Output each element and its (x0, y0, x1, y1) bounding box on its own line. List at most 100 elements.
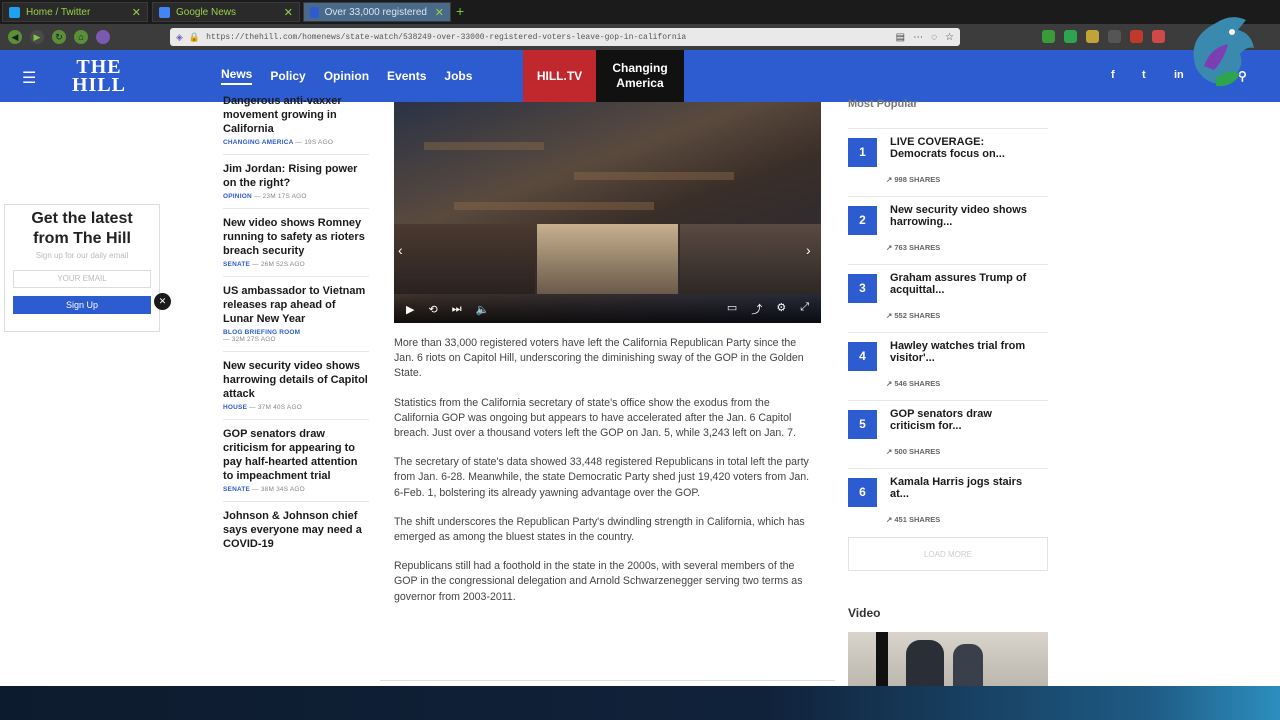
popular-headline[interactable]: Kamala Harris jogs stairs at... (890, 476, 1048, 500)
story-category[interactable]: OPINION (223, 193, 252, 200)
list-item[interactable]: Jim Jordan: Rising power on the right? O… (223, 155, 369, 209)
captions-icon[interactable]: ▭ (727, 301, 737, 317)
rank-badge: 1 (848, 138, 877, 167)
next-icon[interactable]: ⏭ (452, 303, 462, 316)
new-tab-icon[interactable]: + (456, 3, 464, 19)
load-more-button[interactable]: LOAD MORE (848, 537, 1048, 571)
popular-headline[interactable]: GOP senators draw criticism for... (890, 408, 1048, 432)
thumbnail-detail (953, 644, 983, 686)
popular-headline[interactable]: New security video shows harrowing... (890, 204, 1048, 228)
video-thumbnail[interactable] (848, 632, 1048, 686)
popular-item[interactable]: 5 GOP senators draw criticism for... ↗ 50… (848, 400, 1048, 468)
close-icon[interactable]: ✕ (435, 6, 444, 19)
story-headline[interactable]: New security video shows harrowing detai… (223, 359, 369, 401)
twitter-icon[interactable]: t (1142, 69, 1146, 81)
popular-item[interactable]: 1 LIVE COVERAGE: Democrats focus on... ↗ … (848, 128, 1048, 196)
extension-icon[interactable] (1152, 30, 1165, 43)
share-count: ↗ 763 SHARES (886, 243, 941, 252)
video-player[interactable]: ‹ › ▶ ⟲ ⏭ 🔈 ▭ ⤴ ⚙ ⤢ (394, 102, 821, 323)
extension-icon[interactable] (1108, 30, 1121, 43)
story-category[interactable]: HOUSE (223, 404, 247, 411)
popular-headline[interactable]: Hawley watches trial from visitor'... (890, 340, 1048, 364)
close-icon[interactable]: ✕ (154, 293, 171, 310)
the-hill-logo[interactable]: THE HILL (72, 57, 126, 95)
play-icon[interactable]: ▶ (406, 303, 414, 316)
nav-jobs[interactable]: Jobs (435, 50, 481, 102)
twitter-icon (9, 6, 20, 18)
volume-icon[interactable]: 🔈 (476, 303, 490, 316)
more-icon[interactable]: ⋯ (913, 32, 923, 43)
fullscreen-icon[interactable]: ⤢ (800, 301, 809, 317)
extension-icon[interactable] (1064, 30, 1077, 43)
chevron-right-icon[interactable]: › (806, 242, 811, 258)
reader-icon[interactable]: ▤ (896, 32, 905, 43)
list-item[interactable]: New security video shows harrowing detai… (223, 352, 369, 420)
popular-item[interactable]: 3 Graham assures Trump of acquittal... ↗ … (848, 264, 1048, 332)
popular-item[interactable]: 6 Kamala Harris jogs stairs at... ↗ 451 S… (848, 468, 1048, 536)
extension-icon[interactable] (1086, 30, 1099, 43)
story-headline[interactable]: US ambassador to Vietnam releases rap ah… (223, 284, 369, 326)
bookmark-star-icon[interactable]: ☆ (945, 32, 954, 43)
facebook-icon[interactable]: f (1111, 69, 1115, 81)
browser-tab-google-news[interactable]: Google News ✕ (152, 2, 300, 22)
home-icon[interactable]: ⌂ (74, 30, 88, 44)
list-item[interactable]: Dangerous anti-vaxxer movement growing i… (223, 94, 369, 155)
story-headline[interactable]: Johnson & Johnson chief says everyone ma… (223, 509, 369, 551)
list-item[interactable]: New video shows Romney running to safety… (223, 209, 369, 277)
popular-headline[interactable]: LIVE COVERAGE: Democrats focus on... (890, 136, 1048, 160)
menu-icon[interactable]: ☰ (22, 68, 36, 88)
story-category[interactable]: CHANGING AMERICA (223, 139, 294, 146)
video-frame-detail (454, 202, 654, 210)
share-count: ↗ 998 SHARES (886, 175, 941, 184)
story-category[interactable]: BLOG BRIEFING ROOM (223, 329, 300, 336)
share-icon[interactable]: ⤴ (751, 301, 762, 317)
most-popular: Most Popular (848, 98, 1048, 110)
video-thumbnail[interactable] (537, 224, 678, 294)
settings-gear-icon[interactable]: ⚙ (776, 301, 786, 317)
nav-events[interactable]: Events (378, 50, 435, 102)
popular-item[interactable]: 4 Hawley watches trial from visitor'... ↗… (848, 332, 1048, 400)
extension-icon[interactable] (1130, 30, 1143, 43)
share-icon: ↗ (886, 175, 893, 184)
reload-icon[interactable]: ↻ (52, 30, 66, 44)
nav-hilltv[interactable]: HILL.TV (523, 50, 596, 102)
story-category[interactable]: SENATE (223, 486, 250, 493)
list-item[interactable]: Johnson & Johnson chief says everyone ma… (223, 502, 369, 559)
close-icon[interactable]: ✕ (284, 6, 293, 19)
nav-label: Changing (612, 61, 668, 75)
browser-toolbar: ◀ ▶ ↻ ⌂ ◈ 🔒 https://thehill.com/homenews… (0, 24, 1280, 50)
video-section-title: Video (848, 606, 881, 620)
story-headline[interactable]: GOP senators draw criticism for appearin… (223, 427, 369, 483)
browser-tab-active[interactable]: Over 33,000 registered voters ✕ (303, 2, 451, 22)
browser-tab-twitter[interactable]: Home / Twitter ✕ (2, 2, 148, 22)
extension-icon[interactable] (96, 30, 110, 44)
video-thumbnail[interactable] (394, 224, 535, 294)
video-thumbnail[interactable] (680, 224, 821, 294)
popular-item[interactable]: 2 New security video shows harrowing... ↗… (848, 196, 1048, 264)
share-count: ↗ 546 SHARES (886, 379, 941, 388)
story-category[interactable]: SENATE (223, 261, 250, 268)
story-headline[interactable]: Dangerous anti-vaxxer movement growing i… (223, 94, 369, 136)
tab-title: Google News (176, 6, 237, 18)
replay-icon[interactable]: ⟲ (428, 303, 437, 316)
forward-icon[interactable]: ▶ (30, 30, 44, 44)
nav-changing-america[interactable]: Changing America (596, 50, 684, 102)
chevron-left-icon[interactable]: ‹ (398, 242, 403, 258)
sign-up-button[interactable]: Sign Up (13, 296, 151, 314)
close-icon[interactable]: ✕ (132, 6, 141, 19)
extension-icon[interactable] (1042, 30, 1055, 43)
story-headline[interactable]: New video shows Romney running to safety… (223, 216, 369, 258)
story-headline[interactable]: Jim Jordan: Rising power on the right? (223, 162, 369, 190)
site-header: ☰ THE HILL News Policy Opinion Events Jo… (0, 50, 1280, 102)
nav-label: Opinion (323, 69, 370, 83)
story-time: — 19S AGO (295, 139, 334, 146)
back-icon[interactable]: ◀ (8, 30, 22, 44)
rank-badge: 4 (848, 342, 877, 371)
address-bar[interactable]: ◈ 🔒 https://thehill.com/homenews/state-w… (170, 28, 960, 46)
list-item[interactable]: US ambassador to Vietnam releases rap ah… (223, 277, 369, 352)
popular-headline[interactable]: Graham assures Trump of acquittal... (890, 272, 1048, 296)
pocket-icon[interactable]: ◌ (931, 32, 937, 43)
list-item[interactable]: GOP senators draw criticism for appearin… (223, 420, 369, 502)
email-field[interactable]: YOUR EMAIL (13, 270, 151, 288)
share-icon: ↗ (886, 515, 893, 524)
